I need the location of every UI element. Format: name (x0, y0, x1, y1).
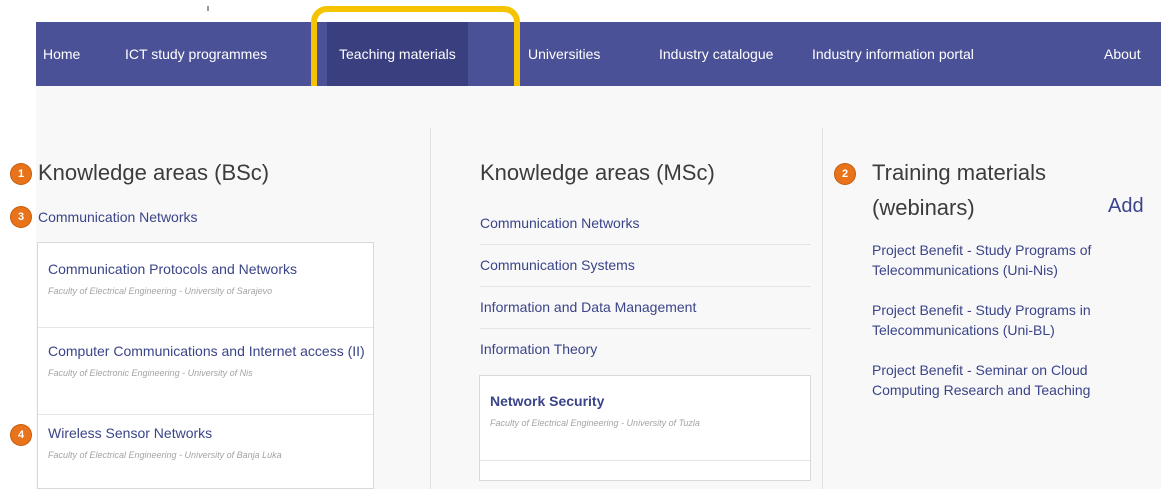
course-faculty: Faculty of Electrical Engineering - Univ… (48, 450, 282, 460)
msc-section-row: Information and Data Management (480, 287, 811, 329)
course-item: Network Security Faculty of Electrical E… (490, 392, 800, 432)
course-faculty: Faculty of Electrical Engineering - Univ… (48, 286, 273, 296)
webinar-link[interactable]: Project Benefit - Study Programs of Tele… (872, 240, 1157, 280)
course-title[interactable]: Computer Communications and Internet acc… (48, 342, 373, 361)
course-item: Wireless Sensor Networks Faculty of Elec… (48, 424, 368, 464)
step-badge-4: 4 (11, 425, 31, 445)
nav-home[interactable]: Home (43, 22, 80, 86)
step-badge-3: 3 (11, 207, 31, 227)
course-divider (38, 327, 373, 328)
course-item: Computer Communications and Internet acc… (48, 342, 373, 382)
msc-section-row: Communication Networks (480, 203, 811, 245)
course-divider (38, 414, 373, 415)
course-title[interactable]: Network Security (490, 392, 800, 411)
bsc-section-communication-networks[interactable]: Communication Networks (38, 209, 198, 225)
nav-teaching-materials[interactable]: Teaching materials (327, 22, 468, 86)
nav-universities[interactable]: Universities (528, 22, 600, 86)
msc-section-link[interactable]: Communication Systems (480, 257, 635, 273)
main-nav: Home ICT study programmes Teaching mater… (36, 22, 1161, 86)
msc-section-link[interactable]: Information Theory (480, 341, 597, 357)
step-badge-2: 2 (835, 164, 855, 184)
course-faculty: Faculty of Electronic Engineering - Univ… (48, 368, 253, 378)
course-title[interactable]: Communication Protocols and Networks (48, 260, 368, 279)
bsc-heading: Knowledge areas (BSc) (38, 160, 270, 185)
nav-ict-study-programmes[interactable]: ICT study programmes (125, 22, 267, 86)
msc-course-card: Network Security Faculty of Electrical E… (479, 375, 811, 481)
nav-about[interactable]: About (1104, 22, 1141, 86)
training-heading-line1: Training materials (872, 160, 1047, 185)
add-webinar-link[interactable]: Add (1108, 195, 1144, 218)
msc-section-row: Information Theory (480, 329, 811, 371)
msc-section-link[interactable]: Communication Networks (480, 215, 640, 231)
webinar-link[interactable]: Project Benefit - Study Programs in Tele… (872, 300, 1157, 340)
msc-heading: Knowledge areas (MSc) (480, 160, 715, 185)
msc-section-link[interactable]: Information and Data Management (480, 299, 696, 315)
course-divider (480, 460, 810, 461)
nav-industry-catalogue[interactable]: Industry catalogue (659, 22, 773, 86)
training-heading-line2: (webinars) (872, 195, 975, 220)
column-divider-right (822, 128, 823, 489)
course-faculty: Faculty of Electrical Engineering - Univ… (490, 418, 700, 428)
course-item: Communication Protocols and Networks Fac… (48, 260, 368, 300)
bsc-course-list: Communication Protocols and Networks Fac… (37, 242, 374, 489)
course-title[interactable]: Wireless Sensor Networks (48, 424, 368, 443)
webinar-link[interactable]: Project Benefit - Seminar on Cloud Compu… (872, 360, 1157, 400)
step-badge-1: 1 (11, 164, 31, 184)
top-tick (207, 6, 209, 11)
top-strip (0, 0, 1161, 22)
msc-section-row: Communication Systems (480, 245, 811, 287)
nav-industry-information-portal[interactable]: Industry information portal (812, 22, 974, 86)
column-divider-left (430, 128, 431, 489)
